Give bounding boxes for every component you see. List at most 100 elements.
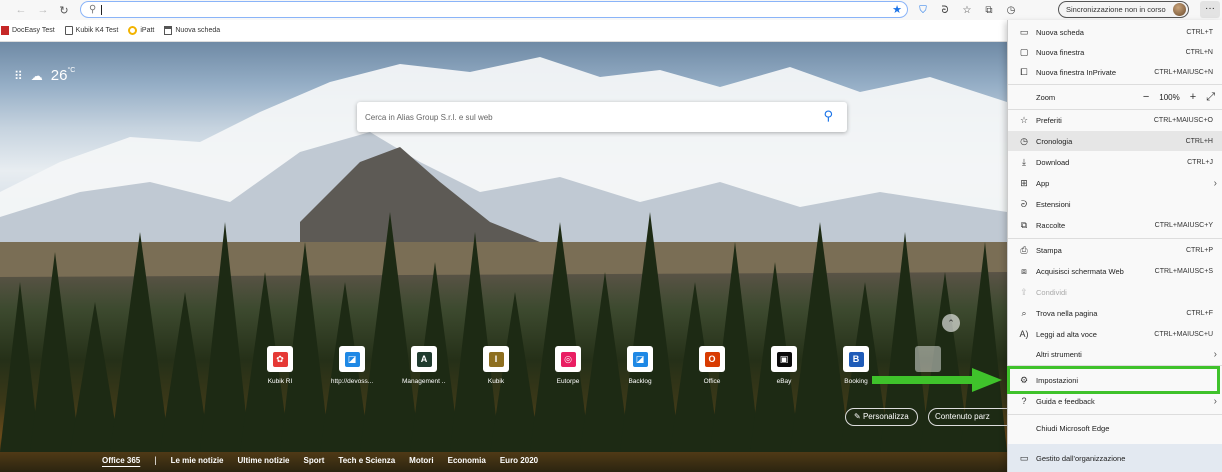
text-caret: [101, 4, 103, 15]
quick-link-label: Kubik: [487, 378, 505, 385]
red-square-icon: [1, 26, 9, 35]
quick-link-icon: A: [411, 346, 437, 372]
chevron-up-icon[interactable]: ⌃: [942, 314, 960, 332]
menu-item-inprivate[interactable]: ⧠ Nuova finestra InPrivate CTRL+MAIUSC+N: [1008, 62, 1222, 82]
back-arrow-icon[interactable]: ←: [12, 1, 30, 19]
history-icon[interactable]: ◷: [1003, 2, 1019, 18]
personalize-button[interactable]: ✎ Personalizza: [845, 408, 918, 426]
apps-icon: ⊞: [1020, 177, 1028, 188]
menu-item-history[interactable]: ◷ Cronologia CTRL+H: [1008, 131, 1222, 151]
menu-item-find[interactable]: ⌕ Trova nella pagina CTRL+F: [1008, 303, 1222, 323]
menu-item-apps[interactable]: ⊞ App ›: [1008, 173, 1222, 193]
tab-euro-2020[interactable]: Euro 2020: [500, 456, 538, 465]
sync-status-button[interactable]: Sincronizzazione non in corso: [1058, 1, 1189, 18]
tab-ultime-notizie[interactable]: Ultime notizie: [238, 456, 290, 465]
menu-item-print[interactable]: ⎙ Stampa CTRL+P: [1008, 240, 1222, 260]
tab-tech-scienza[interactable]: Tech e Scienza: [338, 456, 395, 465]
more-menu-button[interactable]: ···: [1200, 1, 1220, 18]
menu-item-more-tools[interactable]: Altri strumenti ›: [1008, 344, 1222, 364]
annotation-highlight-box: [1007, 366, 1220, 394]
fullscreen-icon[interactable]: ⤢: [1206, 91, 1215, 104]
quick-link-tile[interactable]: ◪ Backlog: [618, 346, 662, 385]
search-icon: ⚲: [89, 4, 97, 15]
quick-link-label: eBay: [776, 378, 792, 385]
menu-item-download[interactable]: ⤓ Download CTRL+J: [1008, 152, 1222, 172]
quick-link-glyph: A: [416, 351, 432, 367]
tab-office-365[interactable]: Office 365: [102, 456, 140, 465]
menu-item-read-aloud[interactable]: A) Leggi ad alta voce CTRL+MAIUSC+U: [1008, 324, 1222, 344]
chevron-right-icon: ›: [1213, 348, 1217, 360]
search-icon[interactable]: ⚲: [823, 108, 833, 124]
shield-icon[interactable]: ⛉: [915, 2, 931, 18]
tab-economia[interactable]: Economia: [448, 456, 486, 465]
quick-link-glyph: ◎: [560, 351, 576, 367]
bookmark-new-tab[interactable]: Nuova scheda: [164, 26, 220, 35]
tab-icon: [164, 26, 173, 35]
web-capture-icon: ⧈: [1021, 265, 1027, 276]
zoom-in-button[interactable]: +: [1190, 91, 1196, 103]
quick-link-tile[interactable]: A Management ...: [402, 346, 446, 385]
quick-link-icon: ◪: [627, 346, 653, 372]
menu-item-favorites[interactable]: ☆ Preferiti CTRL+MAIUSC+O: [1008, 110, 1222, 130]
quick-link-glyph: ▣: [776, 351, 792, 367]
zoom-controls: − 100% + ⤢: [1143, 91, 1215, 104]
quick-link-glyph: ◪: [632, 351, 648, 367]
quick-link-tile[interactable]: O Office: [690, 346, 734, 385]
quick-link-glyph: I: [488, 351, 504, 367]
find-icon: ⌕: [1021, 307, 1027, 318]
tab-sport[interactable]: Sport: [304, 456, 325, 465]
quick-link-label: Kubik RI: [267, 378, 293, 385]
share-icon: ⇪: [1020, 286, 1028, 297]
quick-link-tile[interactable]: ◪ http://devoss...: [330, 346, 374, 385]
managed-by-organization[interactable]: ▭ Gestito dall'organizzazione: [1008, 444, 1222, 472]
bookmark-kubik[interactable]: Kubik K4 Test: [64, 26, 118, 35]
forward-arrow-icon[interactable]: →: [34, 1, 52, 19]
favorites-bar-icon[interactable]: ☆: [959, 2, 975, 18]
extensions-puzzle-icon[interactable]: ᘒ: [937, 2, 953, 18]
browser-toolbar: ← → ↻ ⚲ ★ ⛉ ᘒ ☆ ⧉ ◷ Sincronizzazione non…: [0, 0, 1222, 20]
quick-link-tile[interactable]: ▣ eBay: [762, 346, 806, 385]
menu-item-new-window[interactable]: ▢ Nuova finestra CTRL+N: [1008, 42, 1222, 62]
quick-link-label: http://devoss...: [330, 378, 374, 385]
quick-link-icon: ◎: [555, 346, 581, 372]
menu-item-share: ⇪ Condividi: [1008, 282, 1222, 302]
content-visibility-button[interactable]: Contenuto parz: [928, 408, 1007, 426]
menu-item-new-tab[interactable]: ▭ Nuova scheda CTRL+T: [1008, 22, 1222, 42]
weather-widget[interactable]: ⠿ ☁ 26°C: [14, 67, 75, 84]
bookmark-doceasy[interactable]: DocEasy Test: [1, 26, 55, 35]
toolbar-icons: ⛉ ᘒ ☆ ⧉ ◷: [915, 2, 1019, 18]
settings-and-more-menu: ▭ Nuova scheda CTRL+T ▢ Nuova finestra CTRL+…: [1007, 20, 1222, 472]
menu-divider: [1008, 238, 1222, 239]
ring-icon: [128, 26, 138, 35]
menu-item-close-edge[interactable]: Chiudi Microsoft Edge: [1008, 418, 1222, 438]
quick-link-label: Office: [703, 378, 721, 385]
refresh-icon[interactable]: ↻: [55, 1, 73, 19]
menu-item-collections[interactable]: ⧉ Raccolte CTRL+MAIUSC+Y: [1008, 215, 1222, 235]
menu-item-help-feedback[interactable]: ? Guida e feedback ›: [1008, 391, 1222, 411]
collections-icon[interactable]: ⧉: [981, 2, 997, 18]
chevron-right-icon: ›: [1213, 177, 1217, 189]
quick-links: ✿ Kubik RI ◪ http://devoss... A Management ..…: [258, 346, 958, 392]
zoom-out-button[interactable]: −: [1143, 91, 1149, 103]
news-tabs: Office 365 | Le mie notizie Ultime notiz…: [0, 448, 1007, 472]
quick-link-icon: ◪: [339, 346, 365, 372]
address-bar[interactable]: ⚲ ★: [80, 1, 908, 18]
cloud-icon: ☁: [30, 68, 43, 83]
web-search-box[interactable]: Cerca in Alias Group S.r.l. e sul web ⚲: [357, 102, 847, 132]
quick-link-tile[interactable]: I Kubik: [474, 346, 518, 385]
page-icon: [64, 26, 73, 35]
quick-link-label: Eutorpe: [556, 378, 580, 385]
menu-item-web-capture[interactable]: ⧈ Acquisisci schermata Web CTRL+MAIUSC+S: [1008, 261, 1222, 281]
app-launcher-icon[interactable]: ⠿: [14, 69, 23, 83]
tab-le-mie-notizie[interactable]: Le mie notizie: [171, 456, 224, 465]
new-tab-background: ⠿ ☁ 26°C Cerca in Alias Group S.r.l. e s…: [0, 42, 1007, 472]
favorite-star-icon[interactable]: ★: [892, 3, 902, 16]
quick-link-tile[interactable]: ◎ Eutorpe: [546, 346, 590, 385]
menu-item-extensions[interactable]: ᘒ Estensioni: [1008, 194, 1222, 214]
history-icon: ◷: [1020, 135, 1028, 146]
tab-motori[interactable]: Motori: [409, 456, 433, 465]
help-icon: ?: [1021, 396, 1027, 406]
search-placeholder: Cerca in Alias Group S.r.l. e sul web: [365, 112, 493, 122]
bookmark-ipatt[interactable]: iPatt: [128, 26, 154, 35]
quick-link-tile[interactable]: ✿ Kubik RI: [258, 346, 302, 385]
